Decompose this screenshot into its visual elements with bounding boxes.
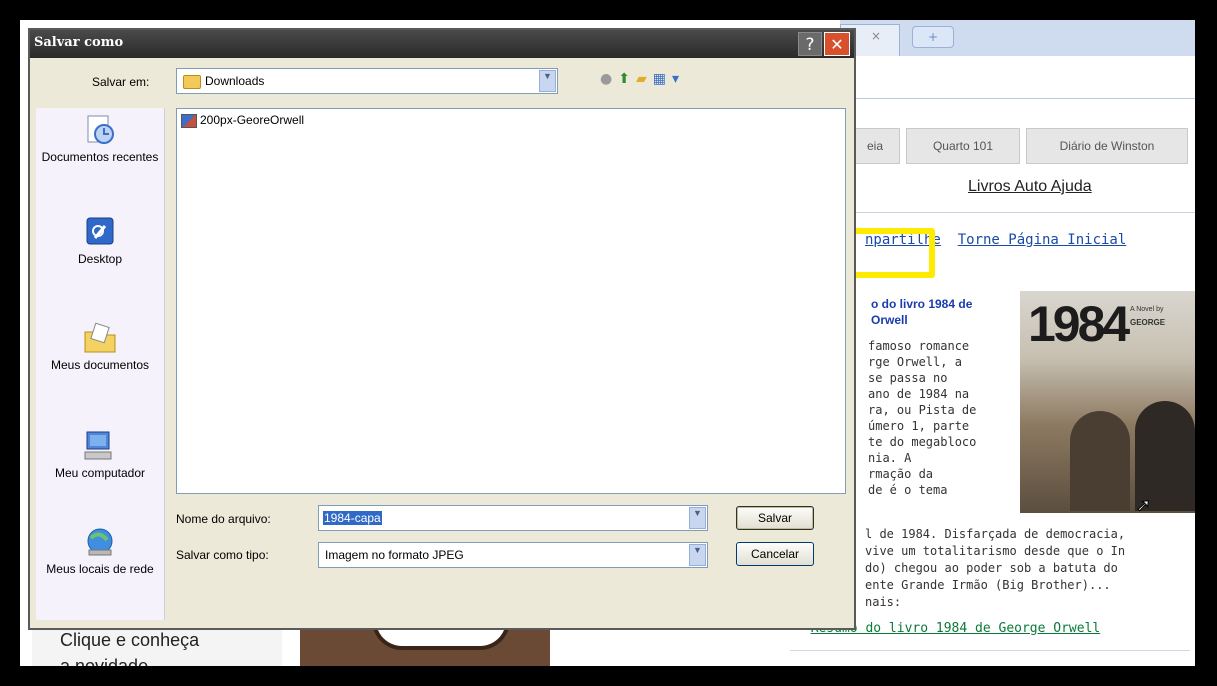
article-line: famoso romance — [868, 339, 970, 353]
article-line: nia. A — [868, 451, 912, 465]
cover-subtitle: A Novel by — [1130, 306, 1164, 313]
article-line: rmação da — [868, 467, 934, 481]
up-folder-icon[interactable]: ⬆ — [618, 71, 636, 87]
livros-auto-ajuda-link[interactable]: Livros Auto Ajuda — [968, 178, 1092, 196]
my-computer-icon — [84, 431, 112, 460]
save-button[interactable]: Salvar — [736, 506, 814, 530]
article-line: rge Orwell, a — [868, 355, 962, 369]
file-list[interactable]: 200px-GeoreOrwell — [176, 108, 846, 494]
place-desktop[interactable]: Desktop — [36, 216, 164, 266]
article-line: úmero 1, parte — [868, 419, 970, 433]
place-label: Documentos recentes — [41, 150, 159, 164]
article-line: te do megabloco — [868, 435, 977, 449]
places-bar: Documentos recentes Desktop Meus documen… — [36, 108, 165, 620]
filename-input[interactable]: 1984-capa ▼ — [318, 505, 708, 531]
save-in-dropdown[interactable]: Downloads ▼ — [176, 68, 558, 94]
cover-title: 1984 — [1028, 296, 1130, 352]
back-icon[interactable]: ● — [600, 71, 618, 87]
book-cover-image[interactable]: 1984 A Novel by GEORGE — [1020, 291, 1195, 513]
place-my-computer[interactable]: Meu computador — [36, 430, 164, 480]
file-item[interactable]: 200px-GeoreOrwell — [181, 113, 304, 128]
article-line: ra, ou Pista de — [868, 403, 977, 417]
article-line: nais: — [865, 595, 902, 609]
divider — [790, 650, 1190, 651]
article-line: ente Grande Irmão (Big Brother)... — [865, 578, 1111, 592]
new-folder-icon[interactable]: ▰ — [636, 71, 653, 87]
dialog-titlebar[interactable]: Salvar como ? ✕ — [30, 30, 854, 58]
recent-documents-icon — [87, 115, 114, 144]
view-menu-icon[interactable]: ▦▾ — [653, 71, 685, 87]
save-in-label: Salvar em: — [92, 75, 150, 89]
network-places-icon — [87, 528, 113, 556]
filetype-label: Salvar como tipo: — [176, 548, 269, 562]
my-documents-icon — [84, 322, 116, 353]
article-body-wide: l de 1984. Disfarçada de democracia, viv… — [865, 526, 1195, 611]
article-line: se passa no — [868, 371, 948, 385]
article-line: de é o tema — [868, 483, 948, 497]
tab-quarto-101[interactable]: Quarto 101 — [906, 128, 1020, 164]
article-body: famoso romance rge Orwell, a se passa no… — [868, 338, 1038, 498]
article-title-line[interactable]: Orwell — [871, 312, 1031, 328]
article-line: ano de 1984 na — [868, 387, 970, 401]
article-line: do) chegou ao poder sob a batuta do — [865, 561, 1118, 575]
desktop-icon — [86, 217, 114, 245]
chevron-down-icon[interactable]: ▼ — [539, 70, 556, 92]
folder-icon — [183, 74, 201, 89]
help-button[interactable]: ? — [798, 32, 822, 56]
mouse-cursor-icon: ➚ — [1135, 495, 1152, 517]
right-black-bar-2 — [1210, 0, 1214, 686]
place-label: Meus locais de rede — [46, 562, 154, 576]
page-nav-tabs: eia Quarto 101 Diário de Winston — [850, 128, 1195, 164]
save-in-value: Downloads — [205, 74, 265, 88]
chevron-down-icon[interactable]: ▼ — [689, 507, 706, 529]
place-my-documents[interactable]: Meus documentos — [36, 322, 164, 372]
tab-close-icon[interactable]: × — [871, 29, 881, 43]
filename-value[interactable]: 1984-capa — [323, 511, 382, 525]
dialog-toolbar: ●⬆▰▦▾ — [600, 71, 685, 87]
place-network[interactable]: Meus locais de rede — [36, 526, 164, 576]
save-as-dialog: Salvar como ? ✕ Salvar em: Downloads ▼ ●… — [28, 28, 856, 630]
filename-label: Nome do arquivo: — [176, 512, 271, 526]
new-tab-button[interactable]: + — [912, 26, 954, 48]
filetype-value: Imagem no formato JPEG — [325, 548, 464, 562]
place-recent-documents[interactable]: Documentos recentes — [36, 114, 164, 164]
article-line: l de 1984. Disfarçada de democracia, — [865, 527, 1126, 541]
place-label: Meus documentos — [50, 358, 150, 372]
browser-tab-strip: × + — [840, 20, 1195, 56]
close-button[interactable]: ✕ — [824, 32, 850, 56]
file-name: 200px-GeoreOrwell — [200, 113, 305, 127]
promo-text[interactable]: Clique e conheça a novidade — [60, 627, 199, 666]
promo-line[interactable]: Clique e conheça — [60, 627, 199, 653]
cancel-button[interactable]: Cancelar — [736, 542, 814, 566]
place-label: Meu computador — [54, 466, 146, 480]
article-line: vive um totalitarismo desde que o In — [865, 544, 1126, 558]
filetype-dropdown[interactable]: Imagem no formato JPEG ▼ — [318, 542, 708, 568]
right-black-bar — [1202, 0, 1206, 686]
screen-frame: × + eia Quarto 101 Diário de Winston Liv… — [20, 20, 1195, 666]
promo-line[interactable]: a novidade — [60, 653, 199, 666]
tab-diario-de-winston[interactable]: Diário de Winston — [1026, 128, 1188, 164]
cover-author: GEORGE — [1130, 318, 1166, 327]
cover-figure — [1070, 411, 1130, 511]
chevron-down-icon[interactable]: ▼ — [689, 544, 706, 566]
address-bar-area[interactable] — [840, 56, 1195, 99]
place-label: Desktop — [77, 252, 123, 266]
image-file-icon — [181, 113, 197, 128]
tab-eia[interactable]: eia — [850, 128, 900, 164]
dialog-title: Salvar como — [34, 35, 124, 50]
torne-pagina-inicial-link[interactable]: Torne Página Inicial — [958, 232, 1127, 248]
